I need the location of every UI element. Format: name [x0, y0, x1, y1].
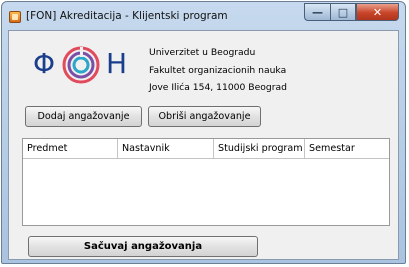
column-header-study-program[interactable]: Studijski program — [214, 139, 305, 158]
institution-university: Univerzitet u Beogradu — [149, 47, 256, 58]
application-window: [FON] Akreditacija - Klijentski program … — [1, 1, 406, 264]
window-controls: — □ ✕ — [304, 3, 399, 22]
close-icon: ✕ — [372, 5, 383, 19]
window-title: [FON] Akreditacija - Klijentski program — [26, 10, 228, 22]
save-engagements-button[interactable]: Sačuvaj angažovanja — [28, 236, 258, 257]
table-header: Predmet Nastavnik Studijski program Seme… — [23, 139, 389, 159]
client-area: Φ Η Univerzitet u Beogradu Fakultet orga… — [8, 30, 399, 260]
logo-ring-icon — [62, 46, 100, 84]
title-bar[interactable]: [FON] Akreditacija - Klijentski program … — [2, 2, 405, 30]
maximize-button[interactable]: □ — [330, 3, 356, 21]
delete-engagement-button[interactable]: Obriši angažovanje — [148, 106, 261, 127]
fon-logo: Φ Η — [33, 43, 128, 87]
java-app-icon — [9, 11, 21, 23]
engagements-table[interactable]: Predmet Nastavnik Studijski program Seme… — [22, 138, 390, 226]
column-header-subject[interactable]: Predmet — [23, 139, 118, 158]
close-button[interactable]: ✕ — [356, 3, 399, 21]
minimize-button[interactable]: — — [304, 3, 330, 21]
minimize-icon: — — [312, 5, 323, 19]
logo-phi-letter: Φ — [33, 47, 56, 80]
logo-h-letter: Η — [106, 47, 128, 80]
institution-address: Jove Ilića 154, 11000 Beograd — [149, 82, 287, 93]
institution-faculty: Fakultet organizacionih nauka — [149, 64, 287, 76]
column-header-teacher[interactable]: Nastavnik — [118, 139, 214, 158]
institution-info: Univerzitet u Beogradu Fakultet organiza… — [149, 44, 287, 97]
maximize-icon: □ — [337, 5, 349, 19]
add-engagement-button[interactable]: Dodaj angažovanje — [25, 106, 142, 127]
column-header-semester[interactable]: Semestar — [305, 139, 389, 158]
